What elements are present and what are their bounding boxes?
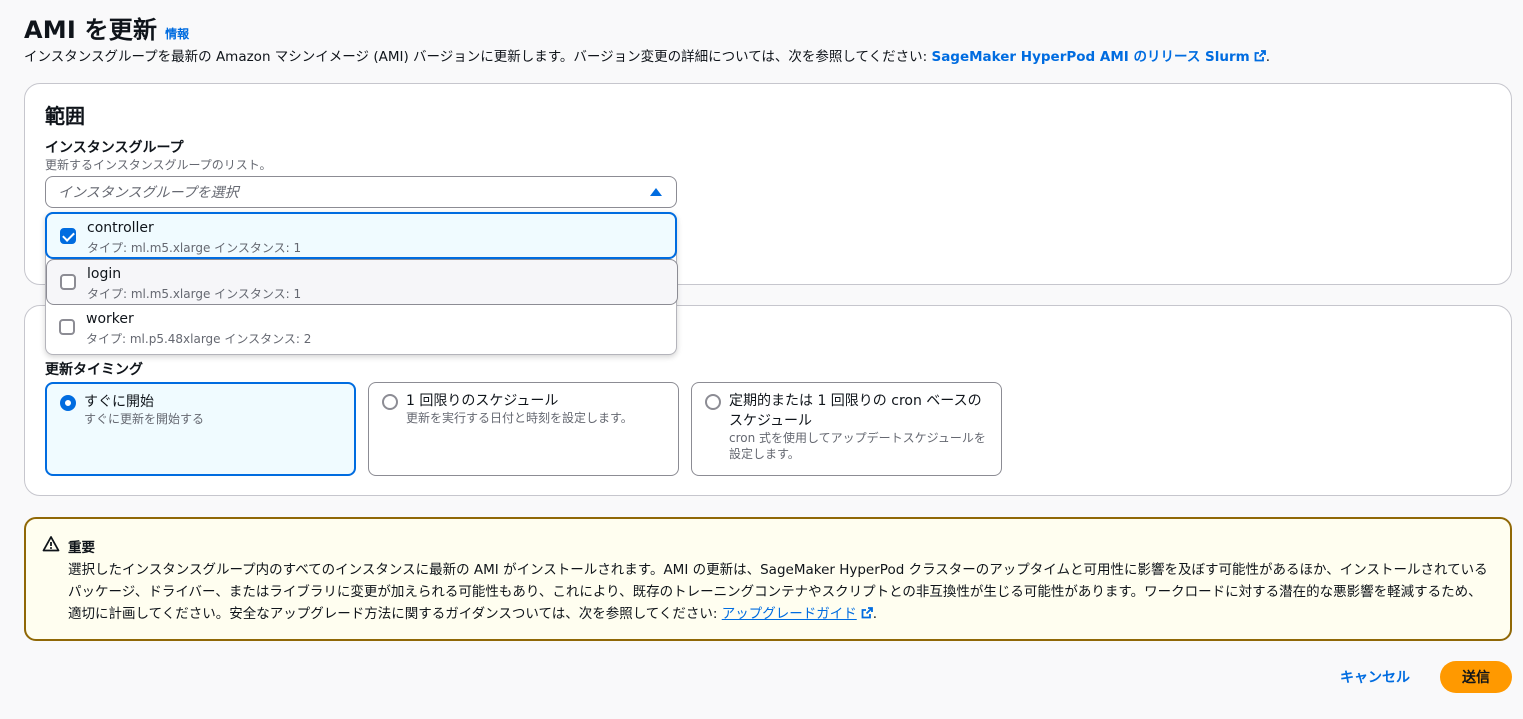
instance-group-dropdown: controller タイプ: ml.m5.xlarge インスタンス: 1 l… bbox=[45, 212, 678, 355]
external-link-icon bbox=[861, 607, 873, 619]
tile-title: 1 回限りのスケジュール bbox=[406, 393, 559, 409]
warning-icon bbox=[42, 536, 60, 552]
tile-description: すぐに更新を開始する bbox=[84, 412, 205, 426]
page-title: AMI を更新 bbox=[24, 16, 158, 44]
caret-up-icon bbox=[650, 188, 662, 196]
select-placeholder: インスタンスグループを選択 bbox=[58, 185, 239, 201]
timing-tile-cron[interactable]: 定期的または 1 回限りの cron ベースのスケジュール cron 式を使用し… bbox=[691, 382, 1002, 476]
option-worker[interactable]: worker タイプ: ml.p5.48xlarge インスタンス: 2 bbox=[46, 305, 678, 355]
upgrade-guide-link-label: アップグレードガイド bbox=[721, 606, 857, 622]
tile-title: 定期的または 1 回限りの cron ベースのスケジュール bbox=[729, 393, 982, 429]
description-suffix: . bbox=[1265, 49, 1271, 65]
cancel-button[interactable]: キャンセル bbox=[1330, 662, 1420, 692]
release-notes-link-label: SageMaker HyperPod AMI のリリース Slurm bbox=[931, 49, 1250, 65]
tile-title: すぐに開始 bbox=[84, 394, 154, 410]
tile-description: 更新を実行する日付と時刻を設定します。 bbox=[406, 411, 633, 425]
instance-group-select[interactable]: インスタンスグループを選択 bbox=[45, 176, 677, 208]
radio-button[interactable] bbox=[382, 394, 398, 410]
option-name: login bbox=[87, 266, 122, 282]
submit-button[interactable]: 送信 bbox=[1440, 661, 1512, 693]
option-meta: タイプ: ml.p5.48xlarge インスタンス: 2 bbox=[86, 332, 312, 346]
warning-alert: 重要 選択したインスタンスグループ内のすべてのインスタンスに最新の AMI がイ… bbox=[24, 517, 1512, 641]
option-name: controller bbox=[87, 220, 154, 236]
scope-heading: 範囲 bbox=[45, 104, 85, 128]
tile-description: cron 式を使用してアップデートスケジュールを設定します。 bbox=[729, 431, 986, 461]
option-meta: タイプ: ml.m5.xlarge インスタンス: 1 bbox=[87, 287, 302, 301]
timing-tile-one-time[interactable]: 1 回限りのスケジュール 更新を実行する日付と時刻を設定します。 bbox=[368, 382, 679, 476]
option-login[interactable]: login タイプ: ml.m5.xlarge インスタンス: 1 bbox=[46, 259, 678, 305]
alert-title: 重要 bbox=[68, 540, 95, 556]
description-text: インスタンスグループを最新の Amazon マシンイメージ (AMI) バージョ… bbox=[24, 49, 932, 65]
checkbox[interactable] bbox=[60, 274, 76, 290]
radio-button[interactable] bbox=[705, 394, 721, 410]
instance-group-label: インスタンスグループ bbox=[45, 140, 184, 156]
alert-suffix: . bbox=[872, 606, 878, 622]
upgrade-guide-link[interactable]: アップグレードガイド bbox=[722, 606, 857, 622]
external-link-icon bbox=[1254, 50, 1266, 62]
option-name: worker bbox=[86, 311, 134, 327]
option-controller[interactable]: controller タイプ: ml.m5.xlarge インスタンス: 1 bbox=[45, 212, 677, 259]
release-notes-link[interactable]: SageMaker HyperPod AMI のリリース Slurm bbox=[931, 49, 1266, 65]
page-header: AMI を更新 情報 bbox=[24, 10, 189, 45]
info-link[interactable]: 情報 bbox=[165, 25, 189, 42]
timing-tile-immediate[interactable]: すぐに開始 すぐに更新を開始する bbox=[45, 382, 356, 476]
alert-body: 選択したインスタンスグループ内のすべてのインスタンスに最新の AMI がインスト… bbox=[68, 559, 1488, 625]
page-description: インスタンスグループを最新の Amazon マシンイメージ (AMI) バージョ… bbox=[24, 45, 1270, 65]
instance-group-description: 更新するインスタンスグループのリスト。 bbox=[45, 158, 272, 172]
checkbox[interactable] bbox=[59, 319, 75, 335]
radio-button-selected[interactable] bbox=[60, 395, 76, 411]
checkbox-checked[interactable] bbox=[60, 228, 76, 244]
update-timing-label: 更新タイミング bbox=[45, 362, 143, 378]
option-meta: タイプ: ml.m5.xlarge インスタンス: 1 bbox=[87, 241, 302, 255]
